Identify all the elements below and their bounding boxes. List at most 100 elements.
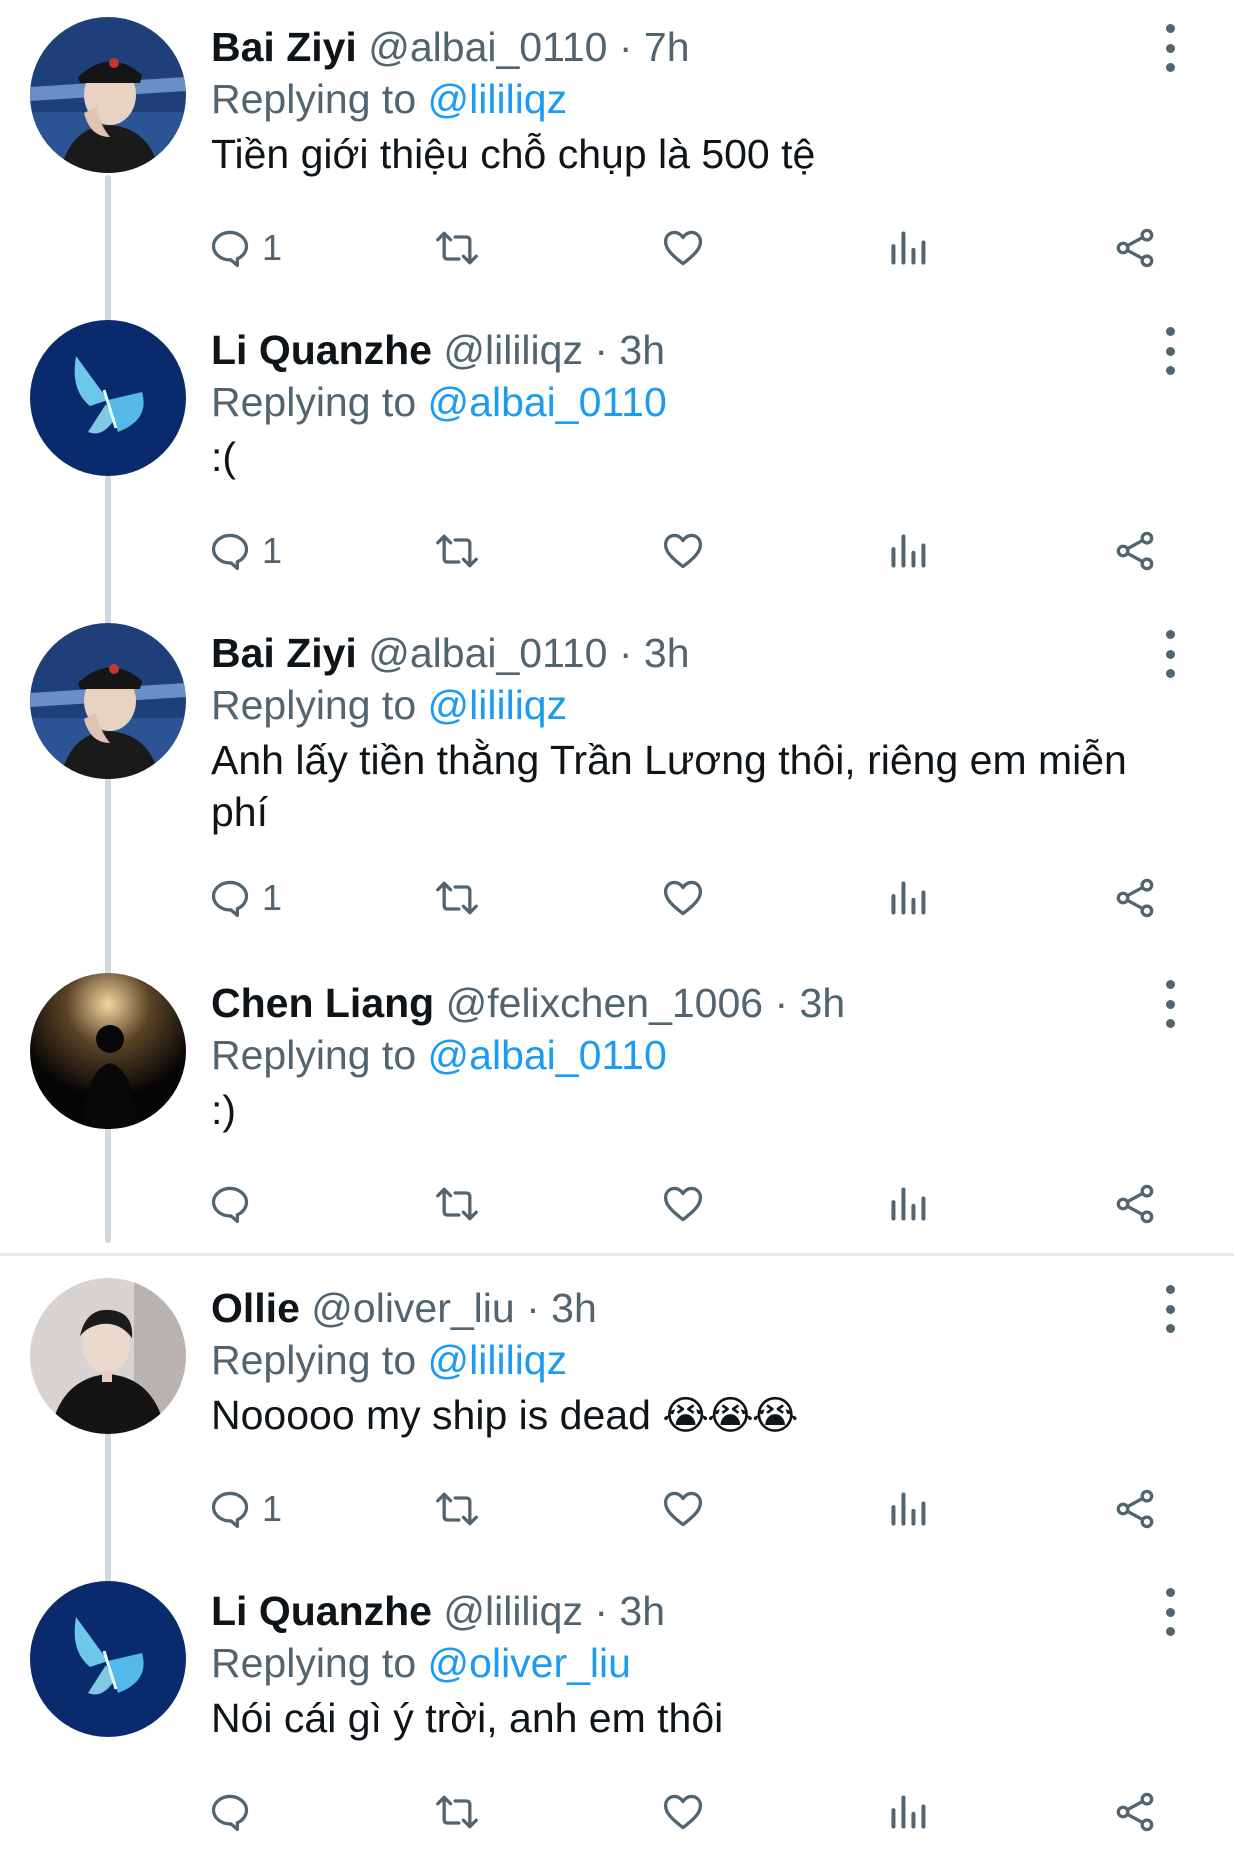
views-button[interactable] xyxy=(888,218,928,278)
retweet-button[interactable] xyxy=(432,521,482,581)
separator-dot: · xyxy=(594,327,609,373)
tweet-header: Bai Ziyi @albai_0110 · 7h xyxy=(211,22,690,72)
like-button[interactable] xyxy=(660,1782,706,1842)
replying-to-label: Replying to xyxy=(211,1337,417,1383)
replying-to-link[interactable]: @albai_0110 xyxy=(428,379,667,425)
timestamp[interactable]: 3h xyxy=(551,1285,597,1331)
retweet-icon xyxy=(436,1492,478,1526)
user-handle[interactable]: @albai_0110 xyxy=(368,630,607,676)
timestamp[interactable]: 3h xyxy=(619,1588,665,1634)
reply-button[interactable]: 1 xyxy=(208,868,282,928)
display-name[interactable]: Li Quanzhe xyxy=(211,1588,432,1634)
retweet-button[interactable] xyxy=(432,1174,482,1234)
replying-to-link[interactable]: @lililiqz xyxy=(428,76,568,122)
replying-to-link[interactable]: @oliver_liu xyxy=(428,1640,631,1686)
views-button[interactable] xyxy=(888,1479,928,1539)
share-button[interactable] xyxy=(1112,1479,1158,1539)
timestamp[interactable]: 3h xyxy=(644,630,690,676)
tweet-text: Nooooo my ship is dead 😭😭😭 xyxy=(211,1389,1151,1442)
more-icon[interactable] xyxy=(1155,980,1185,1028)
retweet-icon xyxy=(436,1187,478,1221)
retweet-button[interactable] xyxy=(432,1479,482,1539)
like-button[interactable] xyxy=(660,1479,706,1539)
timestamp[interactable]: 3h xyxy=(800,980,846,1026)
share-button[interactable] xyxy=(1112,868,1158,928)
share-button[interactable] xyxy=(1112,521,1158,581)
reply-icon xyxy=(211,1491,249,1529)
more-icon[interactable] xyxy=(1155,24,1185,72)
like-icon xyxy=(663,1491,703,1527)
like-button[interactable] xyxy=(660,1174,706,1234)
reply-button[interactable]: 1 xyxy=(208,1479,282,1539)
reply-button[interactable] xyxy=(208,1174,262,1234)
retweet-button[interactable] xyxy=(432,218,482,278)
replying-to-link[interactable]: @lililiqz xyxy=(428,682,568,728)
timestamp[interactable]: 3h xyxy=(619,327,665,373)
views-button[interactable] xyxy=(888,1174,928,1234)
tweet-actions xyxy=(0,1782,1234,1842)
views-icon xyxy=(891,1795,926,1829)
like-button[interactable] xyxy=(660,868,706,928)
reply-count: 1 xyxy=(262,530,283,571)
avatar[interactable] xyxy=(30,1278,186,1434)
more-icon[interactable] xyxy=(1155,1285,1185,1333)
thread-divider xyxy=(0,1253,1234,1256)
avatar-butterfly-image xyxy=(30,1581,186,1737)
retweet-button[interactable] xyxy=(432,1782,482,1842)
more-icon[interactable] xyxy=(1155,1588,1185,1636)
avatar[interactable] xyxy=(30,973,186,1129)
reply-button[interactable]: 1 xyxy=(208,521,282,581)
separator-dot: · xyxy=(774,980,789,1026)
like-button[interactable] xyxy=(660,218,706,278)
crying-emoji: 😭😭😭 xyxy=(662,1394,798,1438)
avatar[interactable] xyxy=(30,17,186,173)
separator-dot: · xyxy=(618,630,633,676)
tweet[interactable]: Li Quanzhe @lililiqz · 3h Replying to @a… xyxy=(0,303,1234,606)
reply-icon xyxy=(211,230,249,268)
timestamp[interactable]: 7h xyxy=(644,24,690,70)
replying-to-link[interactable]: @albai_0110 xyxy=(428,1032,667,1078)
display-name[interactable]: Li Quanzhe xyxy=(211,327,432,373)
reply-button[interactable] xyxy=(208,1782,262,1842)
avatar[interactable] xyxy=(30,623,186,779)
replying-to: Replying to @lililiqz xyxy=(211,74,567,124)
user-handle[interactable]: @albai_0110 xyxy=(368,24,607,70)
reply-icon xyxy=(211,880,249,918)
avatar[interactable] xyxy=(30,1581,186,1737)
replying-to-label: Replying to xyxy=(211,682,417,728)
user-handle[interactable]: @felixchen_1006 xyxy=(446,980,763,1026)
like-icon xyxy=(663,1794,703,1830)
replying-to: Replying to @lililiqz xyxy=(211,680,567,730)
share-icon xyxy=(1116,1489,1154,1529)
views-button[interactable] xyxy=(888,1782,928,1842)
avatar[interactable] xyxy=(30,320,186,476)
retweet-icon xyxy=(436,1795,478,1829)
user-handle[interactable]: @oliver_liu xyxy=(311,1285,514,1331)
tweet[interactable]: Ollie @oliver_liu · 3h Replying to @lili… xyxy=(0,1261,1234,1564)
reply-button[interactable]: 1 xyxy=(208,218,282,278)
replying-to-link[interactable]: @lililiqz xyxy=(428,1337,568,1383)
user-handle[interactable]: @lililiqz xyxy=(443,327,583,373)
user-handle[interactable]: @lililiqz xyxy=(443,1588,583,1634)
display-name[interactable]: Bai Ziyi xyxy=(211,24,357,70)
tweet[interactable]: Li Quanzhe @lililiqz · 3h Replying to @o… xyxy=(0,1564,1234,1864)
retweet-icon xyxy=(436,231,478,265)
share-button[interactable] xyxy=(1112,1174,1158,1234)
display-name[interactable]: Bai Ziyi xyxy=(211,630,357,676)
more-icon[interactable] xyxy=(1155,630,1185,678)
views-icon xyxy=(891,231,926,265)
tweet[interactable]: Bai Ziyi @albai_0110 · 3h Replying to @l… xyxy=(0,606,1234,956)
more-icon[interactable] xyxy=(1155,327,1185,375)
display-name[interactable]: Chen Liang xyxy=(211,980,434,1026)
retweet-button[interactable] xyxy=(432,868,482,928)
tweet[interactable]: Bai Ziyi @albai_0110 · 7h Replying to @l… xyxy=(0,0,1234,303)
replying-to-label: Replying to xyxy=(211,76,417,122)
views-button[interactable] xyxy=(888,868,928,928)
tweet[interactable]: Chen Liang @felixchen_1006 · 3h Replying… xyxy=(0,956,1234,1259)
share-button[interactable] xyxy=(1112,218,1158,278)
share-button[interactable] xyxy=(1112,1782,1158,1842)
display-name[interactable]: Ollie xyxy=(211,1285,300,1331)
views-button[interactable] xyxy=(888,521,928,581)
like-button[interactable] xyxy=(660,521,706,581)
share-icon xyxy=(1116,531,1154,571)
